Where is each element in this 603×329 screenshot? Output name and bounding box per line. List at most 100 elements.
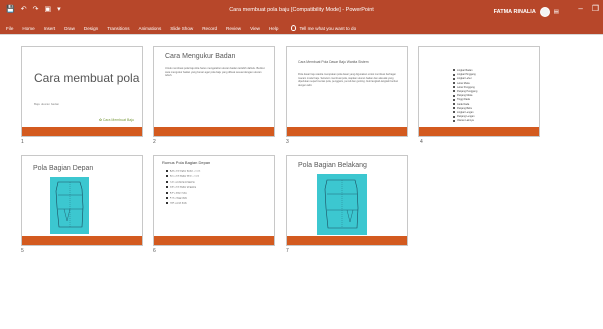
list-item-text: Lingkar Badan <box>457 69 473 72</box>
slide-number: 6 <box>153 248 156 254</box>
pattern-image <box>50 177 89 234</box>
slide-thumbnail-7[interactable]: Pola Bagian Belakang <box>286 155 408 246</box>
pattern-image <box>317 174 367 235</box>
window-controls: – ❐ <box>578 4 599 13</box>
bullet-icon <box>453 90 455 93</box>
tab-file[interactable]: File <box>6 26 13 31</box>
tab-transitions[interactable]: Transitions <box>107 26 129 31</box>
slide-thumbnail-5[interactable]: Pola Bagian Depan <box>21 155 143 246</box>
slide-thumbnail-3[interactable]: Cara Membuat Pola Dasar Baju Wanita Sist… <box>286 46 408 137</box>
slide-sorter: Cara membuat pola Baju ukuran badan ✿ Ca… <box>0 34 603 329</box>
bullet-icon <box>453 111 455 114</box>
slide-thumbnail-4[interactable]: Lingkar Badan Lingkar Pinggang Lingkar Leh… <box>418 46 540 137</box>
list-item-text: Panjang Bahu <box>457 106 473 110</box>
tab-view[interactable]: View <box>250 26 260 31</box>
list-item-text: E-F = lebar muka <box>170 192 187 195</box>
bullet-icon <box>453 115 455 118</box>
slide-body: Pola dasar baju wanita merupakan pola da… <box>298 73 398 87</box>
list-item: A-B = 1/2 lingkar badan + 1 cm <box>166 170 226 174</box>
slide-number: 3 <box>286 139 289 145</box>
tell-me-box[interactable]: Tell me what you want to do <box>291 25 356 31</box>
restore-icon[interactable]: ❐ <box>592 4 599 13</box>
tab-animations[interactable]: Animations <box>139 26 162 31</box>
bullet-icon <box>453 94 455 97</box>
slide-footer-bar <box>154 236 274 245</box>
list-item-text: Panjang Punggung <box>457 90 478 94</box>
slide-footer-bar <box>287 127 407 136</box>
tab-design[interactable]: Design <box>84 26 98 31</box>
list-item-text: C-D = panjang punggung <box>170 181 195 184</box>
slide-number: 5 <box>21 248 24 254</box>
tab-slide-show[interactable]: Slide Show <box>170 26 193 31</box>
tab-draw[interactable]: Draw <box>64 26 75 31</box>
bullet-icon <box>453 102 455 105</box>
bullet-icon <box>166 170 168 172</box>
title-bar: 💾 ↶ ↷ ▣ ▾ Cara membuat pola baju [Compat… <box>0 0 603 22</box>
list-item: G-H = jarak dada <box>166 202 226 206</box>
bullet-icon <box>166 175 168 178</box>
list-item-text: Tinggi Dada <box>457 98 470 102</box>
list-item-text: B-C = 1/6 lingkar leher + 1 cm <box>170 175 200 178</box>
list-item-text: Lingkar Pinggang <box>457 73 476 77</box>
tab-record[interactable]: Record <box>202 26 217 31</box>
slide-footer-bar <box>154 127 274 136</box>
slide-number: 1 <box>21 139 24 145</box>
list-item-text: Ukuran Lainnya <box>457 119 474 123</box>
bullet-icon <box>453 119 455 122</box>
tab-insert[interactable]: Insert <box>44 26 56 31</box>
tab-help[interactable]: Help <box>269 26 278 31</box>
back-pattern-drawing <box>324 179 359 229</box>
slide-subtitle: Baju ukuran badan <box>34 102 60 106</box>
tell-me-text: Tell me what you want to do <box>299 25 357 31</box>
slide-title: Rumus Pola Bagian Depan <box>162 160 211 165</box>
slide-footer-bar <box>419 127 539 136</box>
tab-home[interactable]: Home <box>22 26 34 31</box>
ribbon-tabs: File Home Insert Draw Design Transitions Anima… <box>0 22 603 34</box>
slide-thumbnail-6[interactable]: Rumus Pola Bagian Depan A-B = 1/2 lingka… <box>153 155 275 246</box>
slide-footer-bar <box>22 236 142 245</box>
list-item-text: Lebar Muka <box>457 81 470 85</box>
list-item-text: Lingkar Leher <box>457 77 472 81</box>
account-area[interactable]: FATMA RINALIA ▤ <box>494 7 559 17</box>
list-item-text: G-H = jarak dada <box>170 202 187 205</box>
slide-footer-bar <box>287 236 407 245</box>
slide-title: Cara Membuat Pola Dasar Baju Wanita Sist… <box>298 60 369 64</box>
slide-list: Lingkar Badan Lingkar Pinggang Lingkar Leh… <box>453 69 533 124</box>
list-item-text: D-E = 1/4 lingkar pinggang <box>170 186 196 189</box>
bullet-icon <box>453 73 455 76</box>
bullet-icon <box>166 202 168 205</box>
list-item-text: Jarak Dada <box>457 102 470 106</box>
slide-list: A-B = 1/2 lingkar badan + 1 cm B-C = 1/6 … <box>166 170 226 208</box>
slide-title: Cara membuat pola <box>34 71 140 85</box>
tab-review[interactable]: Review <box>226 26 241 31</box>
slide-thumbnail-2[interactable]: Cara Mengukur Badan Untuk membuat pola b… <box>153 46 275 137</box>
slide-title: Cara Mengukur Badan <box>165 53 236 60</box>
list-item: F-G = tinggi dada <box>166 196 226 201</box>
slide-number: 4 <box>420 139 423 145</box>
bullet-icon <box>166 186 168 189</box>
avatar[interactable] <box>539 7 550 17</box>
minimize-icon[interactable]: – <box>578 4 582 13</box>
list-item: C-D = panjang punggung <box>166 180 226 185</box>
list-item: Ukuran Lainnya <box>453 119 533 123</box>
ribbon-display-icon[interactable]: ▤ <box>554 9 559 15</box>
slide-number: 7 <box>286 248 289 254</box>
bullet-icon <box>453 86 455 89</box>
list-item-text: F-G = tinggi dada <box>170 197 187 200</box>
slide-footer-bar <box>22 127 142 136</box>
slide-title: Pola Bagian Depan <box>33 165 94 172</box>
slide-logo: ✿ Cara Membuat Baju <box>98 118 134 122</box>
bullet-icon <box>453 81 455 84</box>
slide-body: Untuk membuat pola baju kita harus menge… <box>165 67 265 78</box>
bullet-icon <box>166 191 168 194</box>
front-pattern-drawing <box>55 181 84 228</box>
list-item-text: Panjang Muka <box>457 94 473 98</box>
slide-thumbnail-1[interactable]: Cara membuat pola Baju ukuran badan ✿ Ca… <box>21 46 143 137</box>
list-item-text: A-B = 1/2 lingkar badan + 1 cm <box>170 170 201 173</box>
bullet-icon <box>453 69 455 72</box>
lightbulb-icon <box>291 25 297 31</box>
bullet-icon <box>166 196 168 199</box>
list-item-text: Panjang Lengan <box>457 115 475 119</box>
list-item-text: Lingkar Lengan <box>457 111 474 115</box>
bullet-icon <box>166 180 168 183</box>
